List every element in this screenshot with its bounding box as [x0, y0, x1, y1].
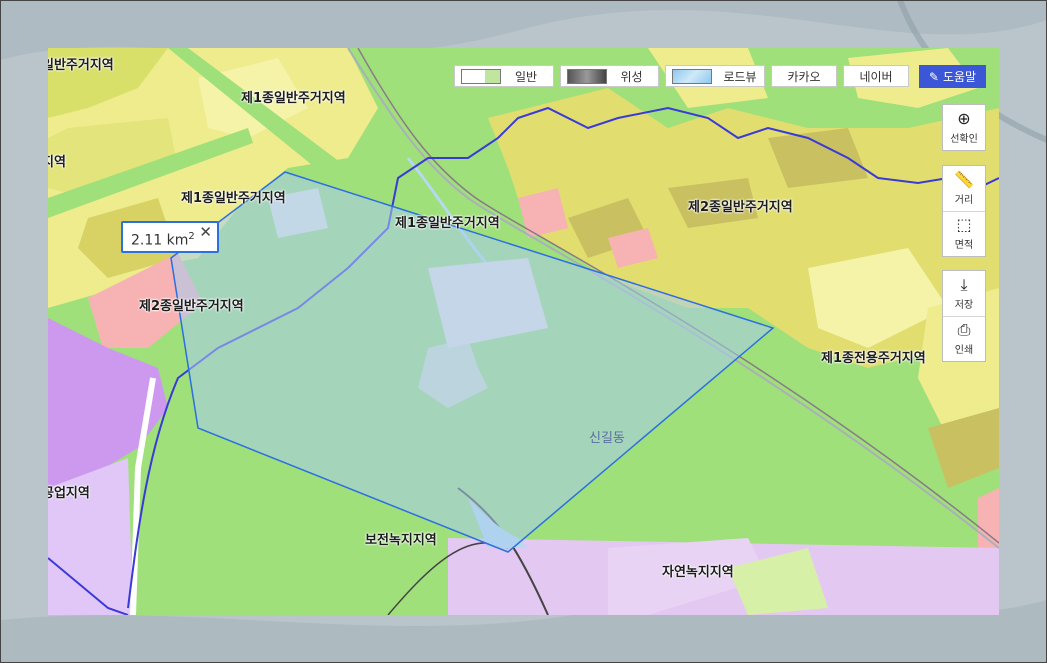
- zone-label: 보전녹지지역: [365, 533, 437, 548]
- pencil-icon: ✎: [928, 69, 939, 84]
- zone-label: 일반주거지역: [48, 58, 114, 73]
- zone-label: 제2종일반주거지역: [688, 200, 793, 215]
- zoning-map-canvas[interactable]: [48, 48, 999, 615]
- tab-naver-map[interactable]: 네이버: [843, 65, 909, 87]
- general-map-thumbnail-icon: [461, 69, 501, 84]
- ruler-icon: 📏: [954, 169, 974, 189]
- tab-kakao-map[interactable]: 카카오: [771, 65, 837, 87]
- satellite-map-thumbnail-icon: [567, 69, 607, 84]
- tab-roadview-map[interactable]: 로드뷰: [665, 65, 765, 87]
- area-button[interactable]: ⬚ 면적: [943, 211, 985, 256]
- roadview-map-thumbnail-icon: [672, 69, 712, 84]
- export-tool-group: ⤓ 저장 ⎙ 인쇄: [942, 270, 986, 362]
- area-measurement-value: 2.11 km: [131, 232, 189, 249]
- zone-label: 지역: [48, 155, 66, 170]
- area-square-icon: ⬚: [956, 215, 972, 234]
- save-button[interactable]: ⤓ 저장: [943, 271, 985, 316]
- zone-label: 제1종일반주거지역: [181, 191, 286, 206]
- zone-label: 공업지역: [48, 486, 90, 501]
- zone-label: 자연녹지지역: [662, 565, 734, 580]
- zone-label: 제2종일반주거지역: [139, 299, 244, 314]
- plus-circle-icon: ⊕: [957, 108, 971, 128]
- area-measurement-exponent: 2: [188, 231, 195, 242]
- print-button[interactable]: ⎙ 인쇄: [943, 316, 985, 361]
- help-button[interactable]: ✎ 도움말: [919, 65, 986, 88]
- printer-icon: ⎙: [957, 320, 971, 339]
- area-measurement-box: 2.11 km2 ✕: [121, 221, 219, 253]
- tab-satellite-map[interactable]: 위성: [560, 65, 659, 87]
- zone-label: 제1종일반주거지역: [395, 216, 500, 231]
- tab-general-map[interactable]: 일반: [454, 65, 554, 87]
- zone-label: 제1종전용주거지역: [821, 351, 926, 366]
- distance-button[interactable]: 📏 거리: [943, 166, 985, 211]
- place-label: 신길동: [589, 431, 625, 446]
- map-viewport[interactable]: 일반주거지역 제1종일반주거지역 지역 제1종일반주거지역 제1종일반주거지역 …: [48, 48, 999, 615]
- close-icon[interactable]: ✕: [199, 223, 212, 241]
- measure-tool-group: 📏 거리 ⬚ 면적: [942, 165, 986, 257]
- zone-label: 제1종일반주거지역: [241, 91, 346, 106]
- download-icon: ⤓: [960, 274, 968, 294]
- select-tool-group: ⊕ 선확인: [942, 104, 986, 151]
- select-button[interactable]: ⊕ 선확인: [943, 105, 985, 150]
